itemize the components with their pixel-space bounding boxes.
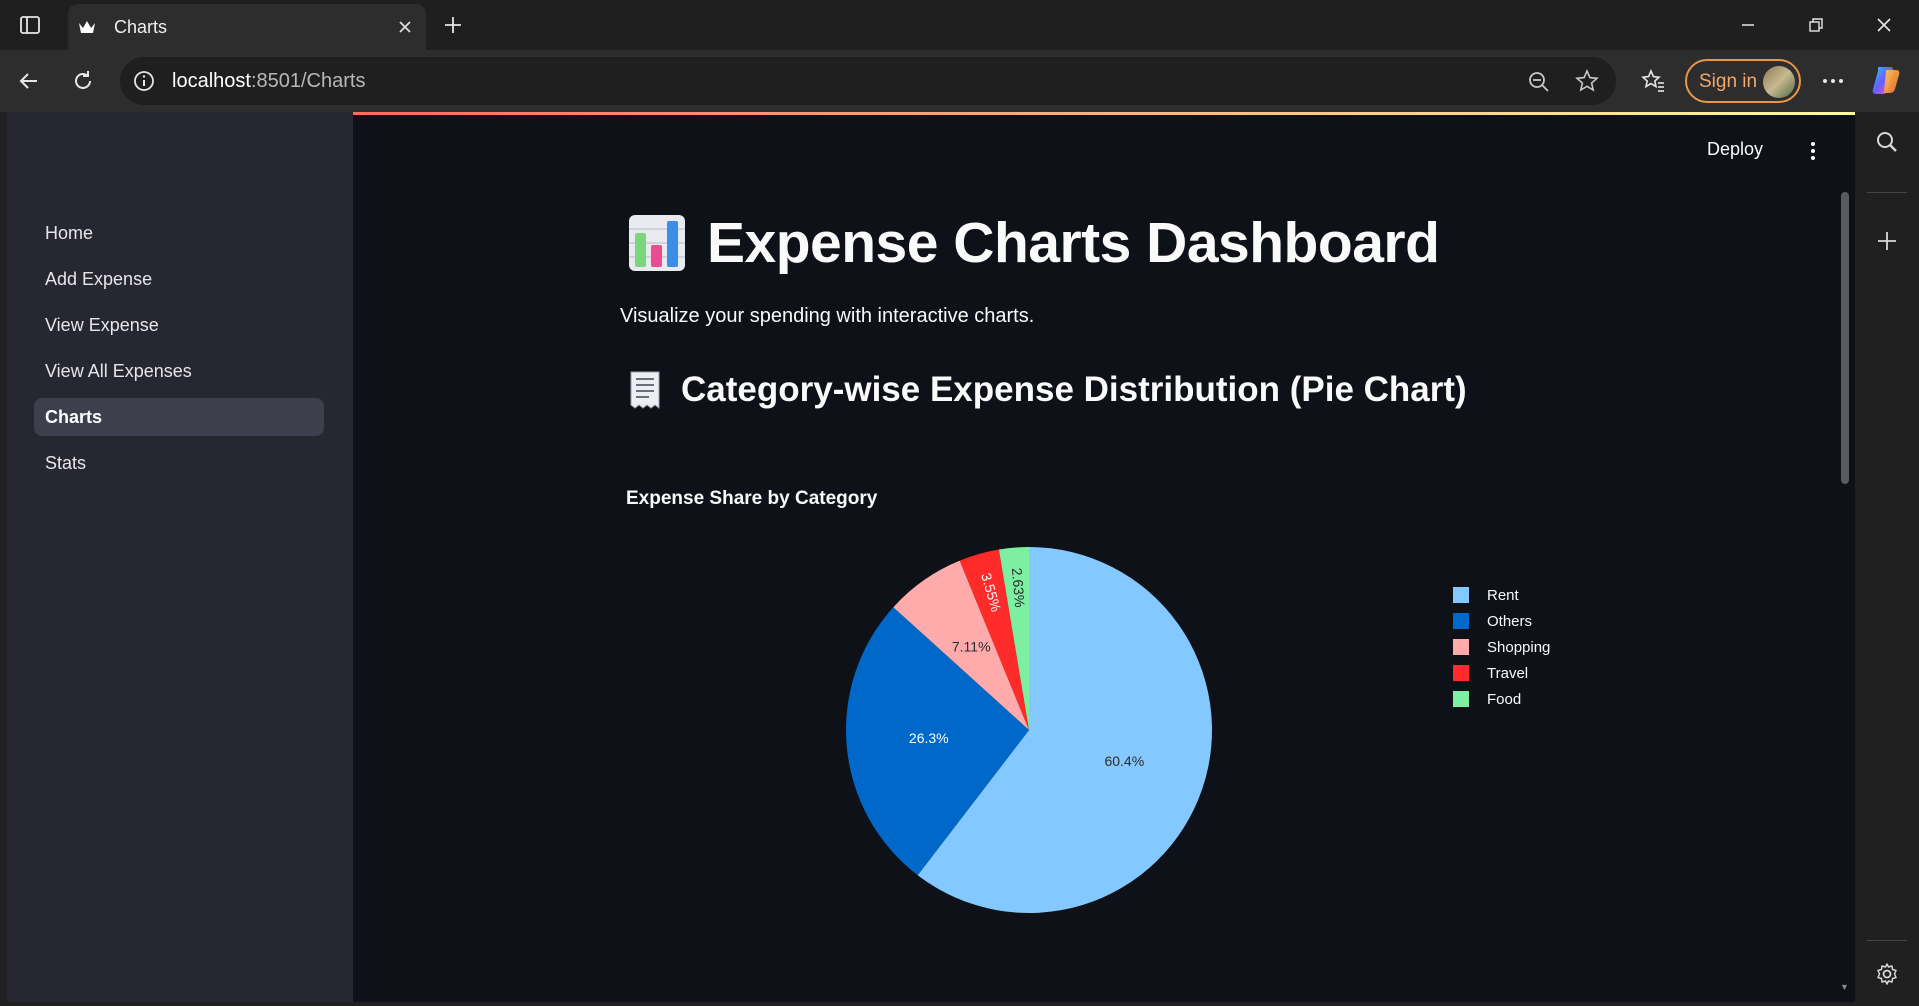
sign-in-button[interactable]: Sign in <box>1685 59 1801 103</box>
tab-title: Charts <box>114 17 168 37</box>
page-subtitle: Visualize your spending with interactive… <box>620 305 1035 327</box>
close-window-icon[interactable] <box>1862 8 1906 42</box>
legend-swatch <box>1453 587 1469 603</box>
legend-item-travel[interactable]: Travel <box>1453 660 1550 686</box>
legend-swatch <box>1453 613 1469 629</box>
new-tab-icon[interactable] <box>438 10 468 40</box>
chart-title: Expense Share by Category <box>626 488 878 509</box>
browser-toolbar: localhost:8501/Charts Sign in <box>0 50 1919 112</box>
browser-tab-charts[interactable]: Charts <box>68 4 426 50</box>
sidebar-item-view-all-expenses[interactable]: View All Expenses <box>34 352 324 390</box>
search-icon[interactable] <box>1871 126 1903 158</box>
sidebar-item-add-expense[interactable]: Add Expense <box>34 260 324 298</box>
profile-avatar <box>1763 66 1795 98</box>
legend-item-shopping[interactable]: Shopping <box>1453 634 1550 660</box>
site-info-icon[interactable] <box>132 69 156 93</box>
refresh-icon[interactable] <box>66 64 100 98</box>
back-arrow-icon[interactable] <box>12 64 46 98</box>
more-options-icon[interactable] <box>1816 64 1850 98</box>
tab-close-icon[interactable] <box>394 16 416 38</box>
favorite-star-icon[interactable] <box>1574 68 1600 94</box>
zoom-out-icon[interactable] <box>1526 69 1552 95</box>
legend-swatch <box>1453 691 1469 707</box>
sidebar: Home Add Expense View Expense View All E… <box>7 112 353 1002</box>
pie-label-others: 26.3% <box>909 730 949 746</box>
receipt-emoji-icon <box>630 371 660 409</box>
main-menu-icon[interactable] <box>1803 136 1823 166</box>
url-text: localhost:8501/Charts <box>172 70 366 92</box>
deploy-button[interactable]: Deploy <box>1707 139 1763 160</box>
legend-item-food[interactable]: Food <box>1453 686 1550 712</box>
browser-tab-bar: Charts <box>0 0 1919 50</box>
divider <box>1867 192 1907 193</box>
tab-actions-icon[interactable] <box>14 10 46 40</box>
page-viewport: Home Add Expense View Expense View All E… <box>7 112 1855 1002</box>
bar-chart-emoji-icon <box>629 215 685 271</box>
legend-swatch <box>1453 665 1469 681</box>
legend-label: Food <box>1487 690 1522 708</box>
restore-icon[interactable] <box>1794 8 1838 42</box>
chart-legend: Rent Others Shopping Travel Food <box>1453 582 1550 712</box>
legend-label: Others <box>1487 612 1533 630</box>
legend-label: Shopping <box>1487 638 1551 656</box>
legend-item-rent[interactable]: Rent <box>1453 582 1550 608</box>
section-heading: Category-wise Expense Distribution (Pie … <box>627 368 1467 412</box>
sidebar-item-stats[interactable]: Stats <box>34 444 324 482</box>
pie-label-food: 2.63% <box>1009 567 1028 608</box>
scroll-down-icon[interactable]: ▼ <box>1840 982 1850 992</box>
sidebar-item-view-expense[interactable]: View Expense <box>34 306 324 344</box>
page-scrollbar[interactable] <box>1841 192 1849 484</box>
sidebar-item-home[interactable]: Home <box>34 214 324 252</box>
page-title: Expense Charts Dashboard <box>627 208 1440 278</box>
sidebar-item-charts[interactable]: Charts <box>34 398 324 436</box>
pie-label-rent: 60.4% <box>1104 753 1144 769</box>
edge-sidebar <box>1855 112 1919 1006</box>
divider <box>1867 940 1907 941</box>
legend-swatch <box>1453 639 1469 655</box>
address-bar[interactable]: localhost:8501/Charts <box>120 57 1616 105</box>
favorites-icon[interactable] <box>1636 64 1670 98</box>
legend-item-others[interactable]: Others <box>1453 608 1550 634</box>
legend-label: Travel <box>1487 664 1529 682</box>
streamlit-crown-icon <box>78 18 96 36</box>
minimize-icon[interactable] <box>1726 8 1770 42</box>
copilot-icon[interactable] <box>1868 62 1904 98</box>
legend-label: Rent <box>1487 586 1519 604</box>
settings-gear-icon[interactable] <box>1871 958 1903 990</box>
pie-label-shopping: 7.11% <box>952 638 991 654</box>
add-icon[interactable] <box>1871 225 1903 257</box>
